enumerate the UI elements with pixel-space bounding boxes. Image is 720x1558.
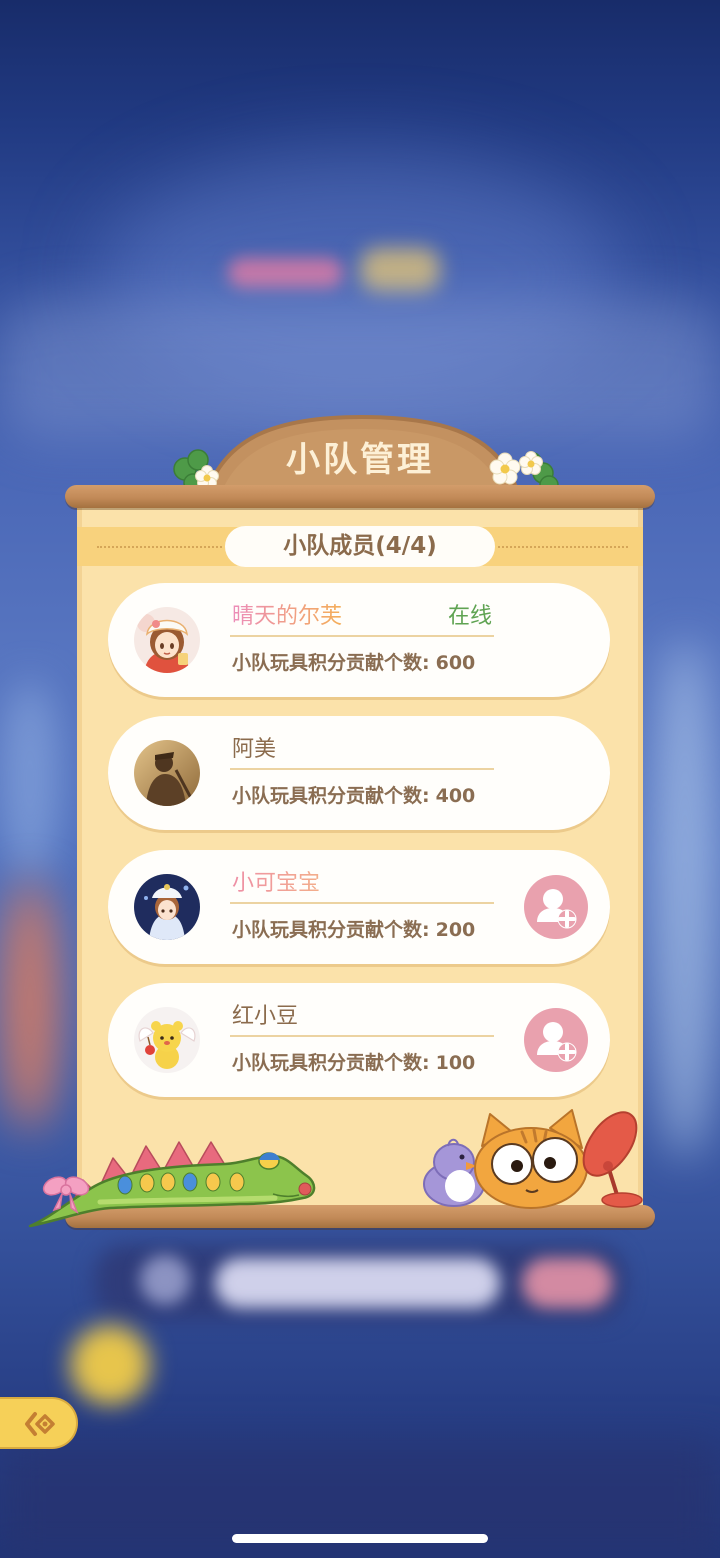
top-wooden-rod <box>65 485 655 508</box>
arrow-left-icon <box>25 1412 55 1436</box>
contribution-count: 200 <box>435 919 476 941</box>
background-bottom-circle <box>140 1255 190 1305</box>
crocodile-toy-decoration <box>28 1141 316 1228</box>
members-header: 小队成员(4/4) <box>225 526 495 567</box>
avatar[interactable] <box>134 874 200 940</box>
contribution-text: 小队玩具积分贡献个数: 200 <box>232 917 475 943</box>
add-friend-button[interactable] <box>524 1008 588 1072</box>
background-bottom-input <box>215 1258 500 1308</box>
contribution-text: 小队玩具积分贡献个数: 100 <box>232 1050 475 1076</box>
background-tan-shape <box>360 248 440 292</box>
member-name: 红小豆 <box>232 1004 299 1029</box>
dotted-divider-left <box>97 546 222 548</box>
eye-shape <box>258 1152 280 1170</box>
fan-shape <box>582 1111 643 1208</box>
contribution-label: 小队玩具积分贡献个数: <box>232 1052 430 1074</box>
contribution-label: 小队玩具积分贡献个数: <box>232 652 430 674</box>
side-collapse-tab[interactable] <box>0 1397 78 1449</box>
member-card[interactable]: 小可宝宝 小队玩具积分贡献个数: 200 <box>108 850 610 964</box>
penguin-cat-toy-decoration <box>423 1109 643 1209</box>
background-left-light <box>0 680 60 880</box>
cat-shape <box>474 1109 588 1209</box>
divider <box>230 635 494 637</box>
background-yellow-shape <box>70 1325 150 1405</box>
background-left-orange <box>0 880 60 1130</box>
contribution-count: 600 <box>435 652 476 674</box>
divider <box>230 1035 494 1037</box>
member-card[interactable]: 晴天的尔芙 在线 小队玩具积分贡献个数: 600 <box>108 583 610 697</box>
contribution-text: 小队玩具积分贡献个数: 600 <box>232 650 475 676</box>
divider <box>230 768 494 770</box>
contribution-count: 100 <box>435 1052 476 1074</box>
avatar[interactable] <box>134 607 200 673</box>
contribution-label: 小队玩具积分贡献个数: <box>232 785 430 807</box>
avatar[interactable] <box>134 1007 200 1073</box>
online-status: 在线 <box>448 604 493 629</box>
background-right-light <box>650 640 720 1160</box>
dotted-divider-right <box>498 546 628 548</box>
home-indicator[interactable] <box>232 1534 488 1543</box>
background-pink-shape <box>228 258 343 288</box>
member-card[interactable]: 红小豆 小队玩具积分贡献个数: 100 <box>108 983 610 1097</box>
member-name: 阿美 <box>232 737 277 762</box>
contribution-label: 小队玩具积分贡献个数: <box>232 919 430 941</box>
avatar[interactable] <box>134 740 200 806</box>
contribution-count: 400 <box>435 785 476 807</box>
divider <box>230 902 494 904</box>
background-bottom-button <box>522 1258 612 1308</box>
add-friend-icon <box>537 1022 577 1062</box>
add-friend-icon <box>537 889 577 929</box>
add-friend-button[interactable] <box>524 875 588 939</box>
member-name: 晴天的尔芙 <box>232 604 343 629</box>
panel-title: 小队管理 <box>286 440 434 480</box>
contribution-text: 小队玩具积分贡献个数: 400 <box>232 783 475 809</box>
member-card[interactable]: 阿美 小队玩具积分贡献个数: 400 <box>108 716 610 830</box>
member-name: 小可宝宝 <box>232 871 321 896</box>
